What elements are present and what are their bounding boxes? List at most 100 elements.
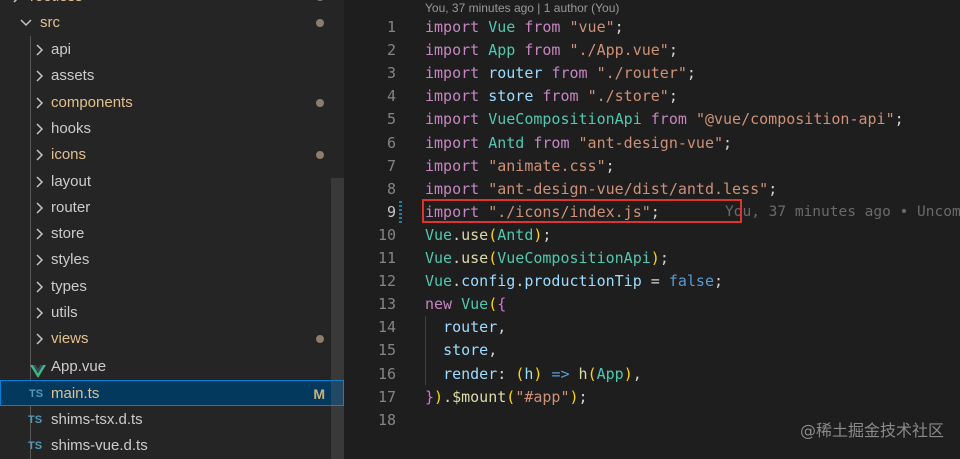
chevron-right-icon <box>33 169 47 195</box>
code-line[interactable]: 17}).$mount("#app"); <box>344 386 960 409</box>
code-line[interactable]: 1 import Vue from "vue"; <box>344 16 960 39</box>
code-line[interactable]: 5 import VueCompositionApi from "@vue/com… <box>344 108 960 131</box>
code-text: router, <box>443 318 507 336</box>
code-text: render: (h) => h(App), <box>443 365 642 383</box>
tree-item-label: layout <box>51 173 92 190</box>
code-line[interactable]: 13 new Vue({ <box>344 293 960 316</box>
tree-folder-api[interactable]: api <box>0 37 344 63</box>
chevron-right-icon <box>10 0 24 10</box>
code-line[interactable]: 16 render: (h) => h(App), <box>344 363 960 386</box>
chevron-right-icon <box>33 63 47 89</box>
tree-item-label: App.vue <box>51 358 107 375</box>
line-number: 10 <box>377 226 396 244</box>
line-number: 13 <box>377 295 396 313</box>
chevron-right-icon <box>33 37 47 63</box>
code-line[interactable]: 14 router, <box>344 316 960 339</box>
line-number: 7 <box>386 157 396 175</box>
code-line[interactable]: 2 import App from "./App.vue"; <box>344 39 960 62</box>
code-text: import App from "./App.vue"; <box>425 41 678 59</box>
code-line[interactable]: 10 Vue.use(Antd); <box>344 224 960 247</box>
tree-file-shims-tsx[interactable]: TS shims-tsx.d.ts <box>0 407 344 433</box>
code-line[interactable]: 6 import Antd from "ant-design-vue"; <box>344 132 960 155</box>
inline-blame-annotation: You, 37 minutes ago • Uncommitted change… <box>725 204 960 220</box>
tree-folder-components[interactable]: components <box>0 90 344 116</box>
code-line[interactable]: 15 store, <box>344 339 960 362</box>
modified-dot-icon <box>316 335 324 343</box>
code-text: Vue.config.productionTip = false; <box>425 272 724 290</box>
line-number: 6 <box>386 134 396 152</box>
chevron-right-icon <box>33 300 47 326</box>
tree-file-app-vue[interactable]: App.vue <box>0 354 344 380</box>
typescript-file-icon: TS <box>28 414 43 426</box>
chevron-down-icon <box>18 10 32 36</box>
tree-item-label: rootless <box>30 0 83 10</box>
tree-item-label: shims-tsx.d.ts <box>51 411 143 428</box>
tree-folder-utils[interactable]: utils <box>0 300 344 326</box>
tree-item-label: shims-vue.d.ts <box>51 437 148 454</box>
tree-item-rootless[interactable]: rootless <box>0 0 344 10</box>
line-number: 9 <box>386 203 396 221</box>
line-number: 8 <box>386 180 396 198</box>
code-text: new Vue({ <box>425 295 507 313</box>
typescript-file-icon: TS <box>28 440 43 452</box>
tree-folder-styles[interactable]: styles <box>0 247 344 273</box>
tree-item-label: api <box>51 41 72 58</box>
line-number: 4 <box>386 87 396 105</box>
code-line[interactable]: 7 import "animate.css"; <box>344 155 960 178</box>
tree-folder-icons[interactable]: icons <box>0 142 344 168</box>
modified-dot-icon <box>316 0 324 1</box>
line-number: 16 <box>377 365 396 383</box>
code-text: import "ant-design-vue/dist/antd.less"; <box>425 180 778 198</box>
codelens-blame-header[interactable]: You, 37 minutes ago | 1 author (You) <box>425 0 619 16</box>
code-editor[interactable]: You, 37 minutes ago | 1 author (You) 1 im… <box>344 0 960 459</box>
modified-dot-icon <box>316 151 324 159</box>
explorer-sidebar: rootless src api assets components hooks ico… <box>0 0 344 459</box>
tree-item-label: assets <box>51 67 95 84</box>
tree-folder-hooks[interactable]: hooks <box>0 116 344 142</box>
tree-item-label: store <box>51 225 85 242</box>
tree-folder-assets[interactable]: assets <box>0 63 344 89</box>
line-number: 11 <box>377 249 396 267</box>
tree-folder-router[interactable]: router <box>0 195 344 221</box>
chevron-right-icon <box>33 326 47 352</box>
line-number: 2 <box>386 41 396 59</box>
modified-dot-icon <box>316 19 324 27</box>
tree-file-main-ts[interactable]: TS main.ts M <box>0 380 344 406</box>
code-line[interactable]: 11 Vue.use(VueCompositionApi); <box>344 247 960 270</box>
line-number: 14 <box>377 318 396 336</box>
code-line[interactable]: 3 import router from "./router"; <box>344 62 960 85</box>
code-text: store, <box>443 341 498 359</box>
tree-file-shims-vue[interactable]: TS shims-vue.d.ts <box>0 433 344 459</box>
tree-item-label: icons <box>51 146 87 163</box>
line-number: 3 <box>386 64 396 82</box>
sidebar-scrollbar[interactable] <box>331 178 344 459</box>
line-number: 18 <box>377 411 396 429</box>
chevron-right-icon <box>33 90 47 116</box>
line-number: 12 <box>377 272 396 290</box>
typescript-file-icon: TS <box>29 388 44 400</box>
code-line[interactable]: 4 import store from "./store"; <box>344 85 960 108</box>
tree-item-label: views <box>51 330 89 347</box>
tree-item-label: hooks <box>51 120 92 137</box>
line-number: 15 <box>377 341 396 359</box>
code-text: Vue.use(Antd); <box>425 226 552 244</box>
tree-folder-types[interactable]: types <box>0 274 344 300</box>
highlight-annotation-box <box>422 199 742 223</box>
code-text: import "animate.css"; <box>425 157 615 175</box>
code-text: import router from "./router"; <box>425 64 696 82</box>
modified-dot-icon <box>316 99 324 107</box>
code-text: Vue.use(VueCompositionApi); <box>425 249 669 267</box>
chevron-right-icon <box>33 116 47 142</box>
tree-folder-store[interactable]: store <box>0 221 344 247</box>
tree-item-label: main.ts <box>51 385 100 402</box>
git-status-badge: M <box>313 386 325 402</box>
code-text: import Antd from "ant-design-vue"; <box>425 134 733 152</box>
chevron-right-icon <box>33 142 47 168</box>
tree-item-label: router <box>51 199 91 216</box>
tree-folder-views[interactable]: views <box>0 326 344 352</box>
tree-folder-src[interactable]: src <box>0 10 344 36</box>
code-line[interactable]: 8 import "ant-design-vue/dist/antd.less"; <box>344 178 960 201</box>
tree-folder-layout[interactable]: layout <box>0 169 344 195</box>
code-line[interactable]: 12 Vue.config.productionTip = false; <box>344 270 960 293</box>
chevron-right-icon <box>33 221 47 247</box>
